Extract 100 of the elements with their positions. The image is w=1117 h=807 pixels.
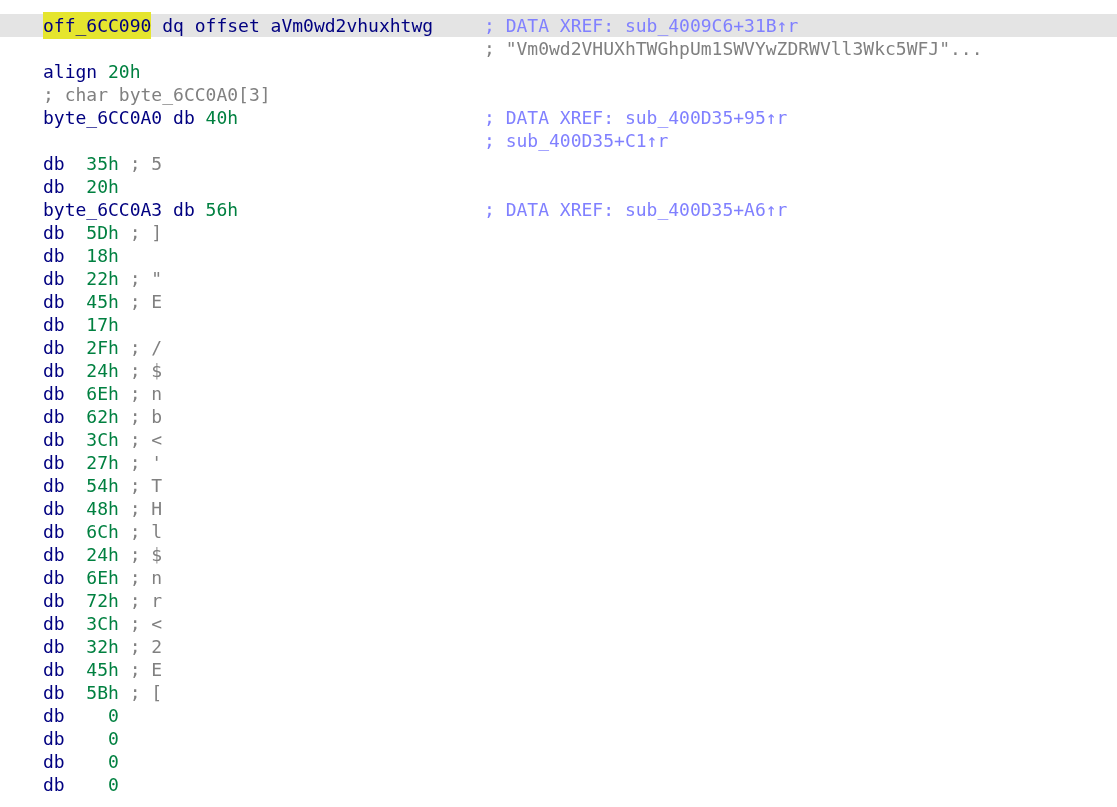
operand-value: 18h (86, 244, 119, 268)
char-comment: ; < (129, 428, 163, 452)
code-line[interactable]: db 72h ; r (0, 589, 1117, 612)
operand-value: 35h (86, 152, 119, 176)
char-comment: ; n (129, 382, 163, 406)
xref-comment: ; sub_400D35+C1↑r (484, 129, 669, 153)
char-comment: ; [ (129, 681, 163, 705)
code-line[interactable]: db 35h ; 5 (0, 152, 1117, 175)
code-line[interactable]: db 32h ; 2 (0, 635, 1117, 658)
operand-value: 2Fh (86, 336, 119, 360)
code-line[interactable]: db 5Bh ; [ (0, 681, 1117, 704)
code-line[interactable]: db 20h (0, 175, 1117, 198)
code-line[interactable]: ; char byte_6CC0A0[3] (0, 83, 1117, 106)
label-name[interactable]: byte_6CC0A3 (43, 196, 163, 223)
mnemonic: db (43, 750, 65, 774)
char-comment: ; n (129, 566, 163, 590)
code-line[interactable]: db 24h ; $ (0, 543, 1117, 566)
mnemonic: db (43, 267, 65, 291)
mnemonic: db (43, 727, 65, 751)
char-comment: ; " (129, 267, 163, 291)
code-line[interactable]: db 27h ; ' (0, 451, 1117, 474)
char-comment: ; $ (129, 543, 163, 567)
operand-value: 20h (86, 175, 119, 199)
char-comment: ; E (129, 658, 163, 682)
code-line[interactable]: db 62h ; b (0, 405, 1117, 428)
mnemonic: db (43, 451, 65, 475)
xref-comment: ; DATA XREF: sub_400D35+A6↑r (484, 198, 788, 222)
operand-value: 62h (86, 405, 119, 429)
operand-value: 24h (86, 359, 119, 383)
code-line[interactable]: db 24h ; $ (0, 359, 1117, 382)
mnemonic: db (43, 175, 65, 199)
code-line[interactable]: db 6Eh ; n (0, 566, 1117, 589)
char-comment: ; r (129, 589, 163, 613)
operand-value: 0 (108, 727, 119, 751)
operand-value: 20h (108, 60, 141, 84)
code-line[interactable]: db 0 (0, 750, 1117, 773)
code-line[interactable]: db 48h ; H (0, 497, 1117, 520)
char-comment: ; 2 (129, 635, 163, 659)
char-comment: ; $ (129, 359, 163, 383)
mnemonic: align (43, 60, 98, 84)
mnemonic: db (43, 520, 65, 544)
mnemonic: db (43, 474, 65, 498)
operand-value: 5Dh (86, 221, 119, 245)
mnemonic: db (43, 566, 65, 590)
operand-value: 5Bh (86, 681, 119, 705)
label-name[interactable]: off_6CC090 (43, 12, 152, 39)
code-line[interactable]: db 6Ch ; l (0, 520, 1117, 543)
operand-value: 45h (86, 658, 119, 682)
mnemonic: db (43, 497, 65, 521)
code-line[interactable]: db 54h ; T (0, 474, 1117, 497)
code-line[interactable]: db 0 (0, 704, 1117, 727)
string-comment: ; "Vm0wd2VHUXhTWGhpUm1SWVYwZDRWVll3Wkc5WFJ"... (484, 37, 983, 61)
char-comment: ; l (129, 520, 163, 544)
operand-value: 32h (86, 635, 119, 659)
code-line[interactable]: db 5Dh ; ] (0, 221, 1117, 244)
operand-value: 3Ch (86, 612, 119, 636)
code-line[interactable]: db 45h ; E (0, 658, 1117, 681)
code-line[interactable]: db 3Ch ; < (0, 428, 1117, 451)
mnemonic: db (43, 359, 65, 383)
mnemonic: db (43, 221, 65, 245)
mnemonic: db (43, 681, 65, 705)
operand-value: 6Ch (86, 520, 119, 544)
operand-value: 24h (86, 543, 119, 567)
mnemonic: dq (162, 14, 184, 38)
operand-value: 48h (86, 497, 119, 521)
mnemonic: db (43, 635, 65, 659)
mnemonic: db (43, 612, 65, 636)
char-comment: ; T (129, 474, 163, 498)
mnemonic: db (43, 405, 65, 429)
xref-comment: ; DATA XREF: sub_4009C6+31B↑r (484, 14, 799, 38)
label-name[interactable]: byte_6CC0A0 (43, 104, 163, 131)
operand-value: 0 (108, 704, 119, 728)
operand-value: 6Eh (86, 382, 119, 406)
code-line[interactable]: db 45h ; E (0, 290, 1117, 313)
code-line[interactable]: align 20h (0, 60, 1117, 83)
operand-value: 17h (86, 313, 119, 337)
operand-value[interactable]: offset aVm0wd2vhuxhtwg (194, 12, 434, 39)
mnemonic: db (43, 244, 65, 268)
code-line[interactable]: db 2Fh ; / (0, 336, 1117, 359)
operand-value: 0 (108, 773, 119, 797)
code-line[interactable]: db 17h (0, 313, 1117, 336)
char-comment: ; / (129, 336, 163, 360)
code-line[interactable]: db 18h (0, 244, 1117, 267)
code-line[interactable]: byte_6CC0A3 db 56h ; DATA XREF: sub_400D35+A6↑r (0, 198, 1117, 221)
code-line[interactable]: ; "Vm0wd2VHUXhTWGhpUm1SWVYwZDRWVll3Wkc5WFJ"... (0, 37, 1117, 60)
mnemonic: db (173, 198, 195, 222)
char-comment: ; H (129, 497, 163, 521)
code-line[interactable]: db 3Ch ; < (0, 612, 1117, 635)
code-line[interactable]: db 0 (0, 727, 1117, 750)
mnemonic: db (173, 106, 195, 130)
code-line[interactable]: db 22h ; " (0, 267, 1117, 290)
operand-value: 0 (108, 750, 119, 774)
operand-value: 27h (86, 451, 119, 475)
mnemonic: db (43, 336, 65, 360)
operand-value: 72h (86, 589, 119, 613)
code-line[interactable]: db 6Eh ; n (0, 382, 1117, 405)
code-line[interactable]: byte_6CC0A0 db 40h ; DATA XREF: sub_400D35+95↑r (0, 106, 1117, 129)
code-line[interactable]: db 0 (0, 773, 1117, 796)
type-comment: ; char byte_6CC0A0[3] (43, 83, 271, 107)
operand-value: 22h (86, 267, 119, 291)
